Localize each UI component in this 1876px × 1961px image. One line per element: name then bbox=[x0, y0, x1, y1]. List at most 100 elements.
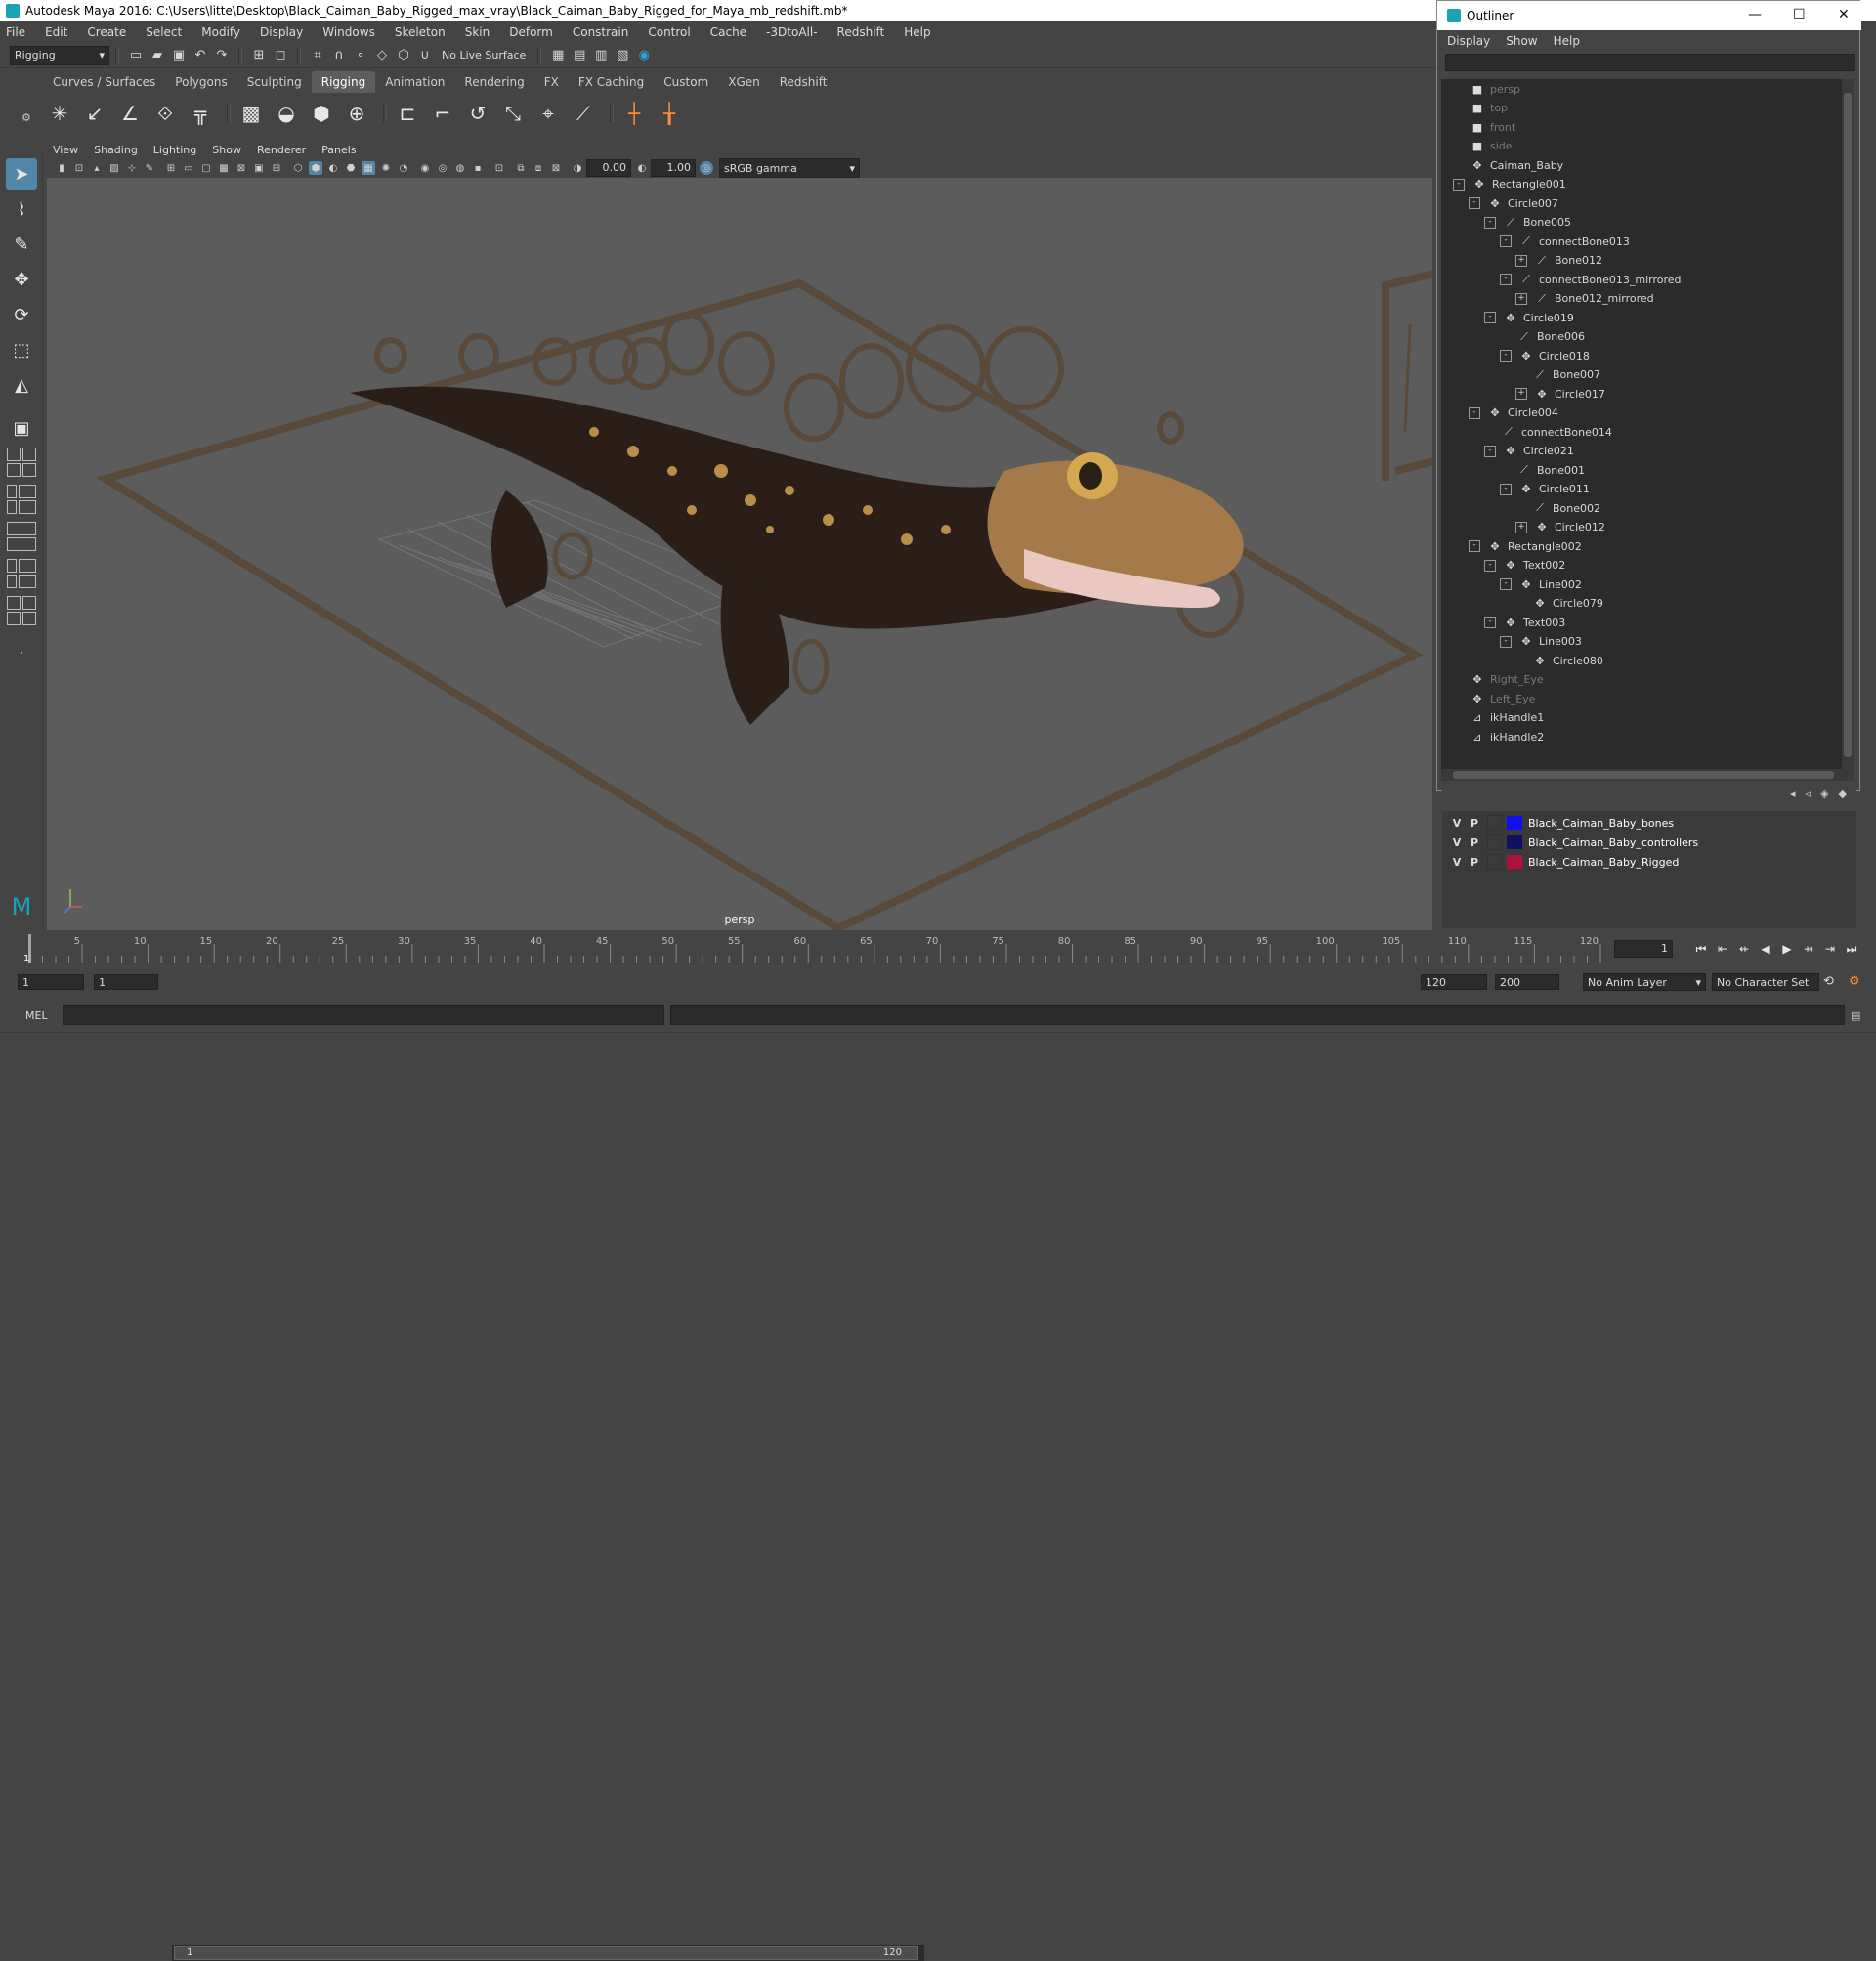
exposure-icon[interactable]: ◑ bbox=[571, 161, 584, 175]
step-back-key-icon[interactable]: ⇤ bbox=[1712, 942, 1733, 956]
outliner-item[interactable]: ■ persp bbox=[1453, 79, 1520, 99]
shelf-tab-curves-surfaces[interactable]: Curves / Surfaces bbox=[43, 71, 165, 93]
layer-color-swatch[interactable] bbox=[1507, 855, 1522, 869]
menu-skeleton[interactable]: Skeleton bbox=[395, 25, 446, 39]
outliner-item[interactable]: ⟋ Bone002 bbox=[1515, 498, 1600, 518]
outliner-item[interactable]: - ✥ Circle021 bbox=[1484, 442, 1574, 461]
shelf-tab-rendering[interactable]: Rendering bbox=[454, 71, 533, 93]
outliner-item[interactable]: ✥ Caiman_Baby bbox=[1453, 155, 1563, 175]
more-layouts-icon[interactable]: · bbox=[6, 637, 37, 668]
shelf-tab-polygons[interactable]: Polygons bbox=[165, 71, 236, 93]
menu-edit[interactable]: Edit bbox=[45, 25, 67, 39]
collapse-icon[interactable]: - bbox=[1500, 578, 1512, 590]
menu-windows[interactable]: Windows bbox=[322, 25, 375, 39]
film-gate-icon[interactable]: ▭ bbox=[182, 161, 195, 175]
expand-icon[interactable]: + bbox=[1515, 254, 1527, 267]
step-forward-key-icon[interactable]: ⇥ bbox=[1819, 942, 1841, 956]
step-back-frame-icon[interactable]: ⇷ bbox=[1733, 942, 1755, 956]
view-transform-dropdown[interactable]: sRGB gamma ▾ bbox=[719, 158, 860, 178]
layer-visibility-toggle[interactable]: V bbox=[1448, 836, 1466, 849]
create-joint-icon[interactable]: ✳ bbox=[45, 99, 74, 128]
constraint-parent-icon[interactable]: ⊏ bbox=[393, 99, 422, 128]
grid-toggle-icon[interactable]: ⊞ bbox=[164, 161, 178, 175]
select-camera-icon[interactable]: ▮ bbox=[55, 161, 68, 175]
outliner-item[interactable]: - ✥ Circle007 bbox=[1469, 193, 1558, 213]
snap-view-icon[interactable]: ◇ bbox=[373, 47, 391, 64]
outliner-item[interactable]: - ✥ Circle019 bbox=[1484, 308, 1574, 327]
screen-space-ao-icon[interactable]: ◉ bbox=[418, 161, 432, 175]
step-forward-frame-icon[interactable]: ⇸ bbox=[1798, 942, 1819, 956]
layer-row[interactable]: V P Black_Caiman_Baby_bones bbox=[1442, 813, 1856, 832]
skeleton-icon[interactable]: ╦ bbox=[186, 99, 215, 128]
shelf-settings-icon[interactable]: ⚙ bbox=[21, 111, 31, 124]
outliner-item[interactable]: - ✥ Line003 bbox=[1500, 632, 1582, 652]
auto-key-icon[interactable]: ⟲ bbox=[1823, 974, 1834, 989]
smooth-shade-icon[interactable]: ⬢ bbox=[309, 161, 322, 175]
preferences-icon[interactable]: ⚙ bbox=[1849, 974, 1860, 989]
outliner-item[interactable]: ■ side bbox=[1453, 137, 1513, 156]
outliner-item[interactable]: ⟋ Bone007 bbox=[1515, 365, 1600, 385]
outliner-menu-help[interactable]: Help bbox=[1554, 34, 1580, 48]
layout-outliner-icon[interactable] bbox=[7, 575, 36, 588]
command-language[interactable]: MEL bbox=[25, 1009, 57, 1022]
outliner-item[interactable]: - ✥ Rectangle002 bbox=[1469, 536, 1582, 556]
textured-icon[interactable]: ▦ bbox=[362, 161, 375, 175]
shelf-tab-xgen[interactable]: XGen bbox=[718, 71, 770, 93]
maximize-icon[interactable]: ☐ bbox=[1793, 7, 1806, 22]
menu-constrain[interactable]: Constrain bbox=[573, 25, 629, 39]
image-plane-icon[interactable]: ▨ bbox=[107, 161, 121, 175]
collapse-icon[interactable]: - bbox=[1484, 216, 1496, 229]
wireframe-icon[interactable]: ⬡ bbox=[291, 161, 305, 175]
layout-outliner-icon[interactable] bbox=[7, 559, 36, 573]
snap-grid-icon[interactable]: ⌗ bbox=[309, 47, 326, 64]
collapse-icon[interactable]: - bbox=[1500, 483, 1512, 495]
xray-active-icon[interactable]: ⧈ bbox=[532, 161, 545, 175]
bookmark-icon[interactable]: ▴ bbox=[90, 161, 104, 175]
layer-visibility-toggle[interactable]: V bbox=[1448, 856, 1466, 869]
cluster-icon[interactable]: ⊕ bbox=[342, 99, 371, 128]
xray-joints-icon[interactable]: ⊠ bbox=[549, 161, 563, 175]
expand-icon[interactable]: + bbox=[1515, 388, 1527, 400]
collapse-icon[interactable]: - bbox=[1453, 178, 1465, 191]
outliner-item[interactable]: - ✥ Text003 bbox=[1484, 613, 1565, 632]
locator-rig-icon[interactable]: ╁ bbox=[655, 99, 684, 128]
layout-four-icon[interactable] bbox=[7, 448, 36, 461]
outliner-menu-display[interactable]: Display bbox=[1447, 34, 1490, 48]
expand-icon[interactable]: + bbox=[1515, 292, 1527, 305]
collapse-icon[interactable]: - bbox=[1484, 312, 1496, 323]
shelf-tab-fx-caching[interactable]: FX Caching bbox=[569, 71, 654, 93]
menu-display[interactable]: Display bbox=[260, 25, 303, 39]
menu-help[interactable]: Help bbox=[904, 25, 930, 39]
layer-row[interactable]: V P Black_Caiman_Baby_Rigged bbox=[1442, 852, 1856, 872]
render-settings-icon[interactable]: ▧ bbox=[614, 47, 631, 64]
command-input[interactable] bbox=[63, 1005, 664, 1025]
new-layer-selected-icon[interactable]: ◆ bbox=[1839, 788, 1847, 800]
snap-point-icon[interactable]: ∘ bbox=[352, 47, 369, 64]
time-ruler[interactable]: 5 10 15 20 25 30 35 40 45 50 55 60 65 70 75 80 85 90 95 100… bbox=[20, 934, 1612, 963]
scrollbar-thumb[interactable] bbox=[1844, 93, 1852, 757]
layout-graph-icon[interactable] bbox=[7, 522, 36, 535]
outliner-filter-input[interactable] bbox=[1445, 54, 1855, 71]
outliner-vertical-scrollbar[interactable] bbox=[1842, 79, 1854, 769]
close-icon[interactable]: ✕ bbox=[1838, 7, 1850, 22]
outliner-item[interactable]: ✥ Left_Eye bbox=[1453, 689, 1535, 708]
constraint-point-icon[interactable]: ⌐ bbox=[428, 99, 457, 128]
new-layer-icon[interactable]: ◈ bbox=[1820, 788, 1828, 800]
gamma-field[interactable]: 1.00 bbox=[651, 159, 696, 177]
exposure-field[interactable]: 0.00 bbox=[586, 159, 631, 177]
layer-display-type[interactable] bbox=[1487, 815, 1503, 831]
layout-four-icon[interactable] bbox=[7, 463, 36, 477]
safe-title-icon[interactable]: ⊟ bbox=[270, 161, 283, 175]
outliner-item[interactable]: + ✥ Circle012 bbox=[1515, 518, 1605, 537]
collapse-icon[interactable]: - bbox=[1469, 406, 1480, 419]
collapse-icon[interactable]: - bbox=[1469, 197, 1480, 209]
collapse-icon[interactable]: - bbox=[1484, 617, 1496, 628]
outliner-item[interactable]: - ✥ Circle004 bbox=[1469, 404, 1558, 423]
gate-mask-icon[interactable]: ▩ bbox=[217, 161, 231, 175]
current-time-indicator[interactable] bbox=[28, 934, 31, 963]
menu-deform[interactable]: Deform bbox=[509, 25, 553, 39]
color-management-icon[interactable]: ◎ bbox=[700, 161, 713, 175]
magnet-icon[interactable]: ∪ bbox=[416, 47, 434, 64]
constraint-scale-icon[interactable]: ⤡ bbox=[498, 99, 528, 128]
layout-side-icon[interactable] bbox=[7, 500, 36, 514]
